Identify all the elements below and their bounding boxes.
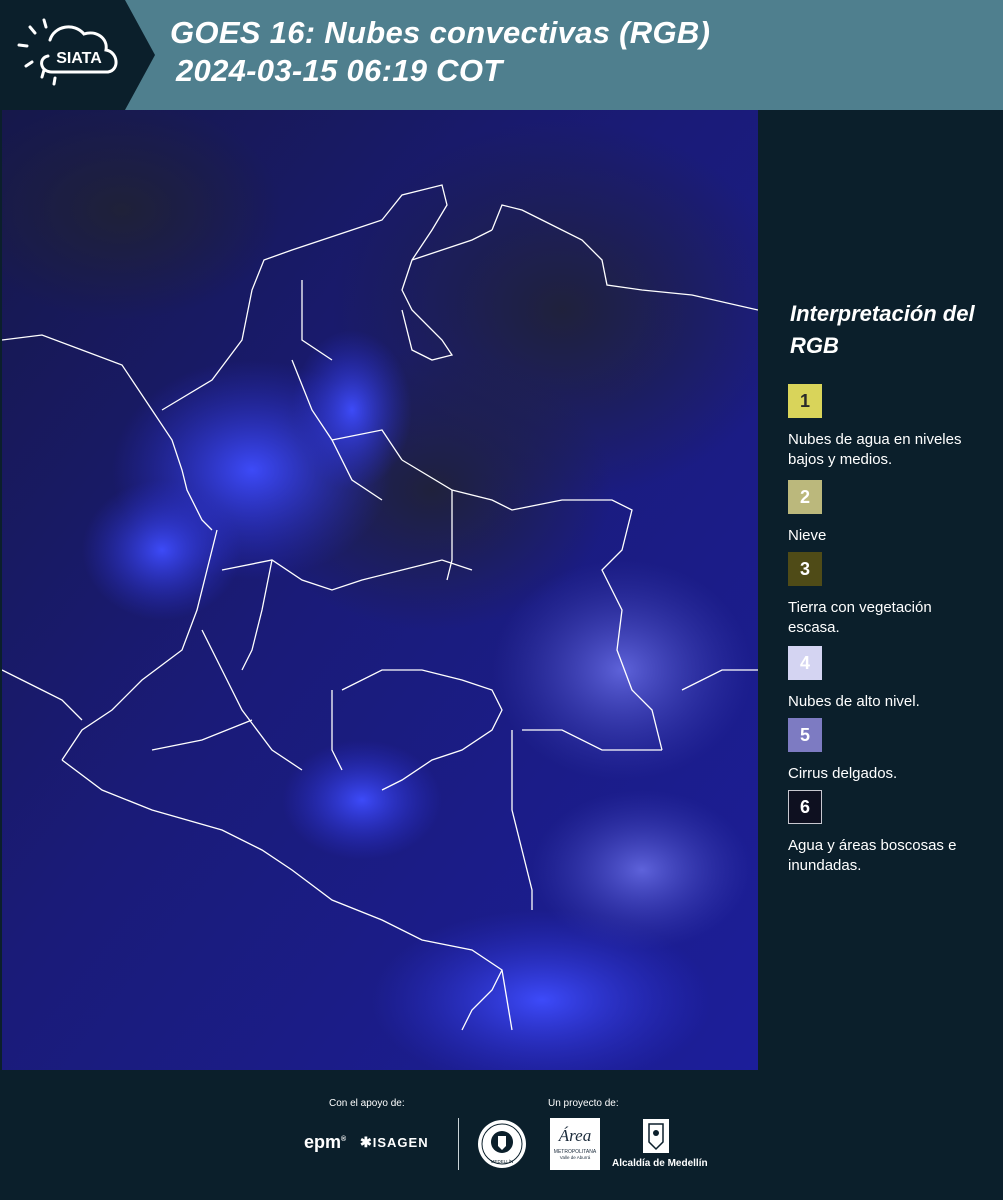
footer: Con el apoyo de: Un proyecto de: epm® ✱I… — [0, 1070, 1003, 1200]
footer-divider — [458, 1118, 459, 1170]
legend-swatch-2: 2 — [788, 480, 822, 514]
legend-item-4: 4 Nubes de alto nivel. — [788, 646, 978, 712]
legend-swatch-6: 6 — [788, 790, 822, 824]
legend-swatch-1: 1 — [788, 384, 822, 418]
legend-title: Interpretación del RGB — [790, 301, 975, 358]
legend-label-2: Nieve — [788, 527, 827, 544]
isagen-icon: ✱ — [360, 1134, 373, 1150]
legend-item-5: 5 Cirrus delgados. — [788, 718, 978, 784]
page-title: GOES 16: Nubes convectivas (RGB) 2024-03… — [170, 14, 710, 90]
legend-label-6: Agua y áreas boscosas e inundadas. — [788, 837, 957, 874]
logo-panel: SIATA — [0, 0, 155, 110]
alcaldia-label: Alcaldía de Medellín — [612, 1158, 708, 1169]
legend-item-1: 1 Nubes de agua en niveles bajos y medio… — [788, 384, 978, 470]
legend-label-5: Cirrus delgados. — [788, 765, 898, 782]
legend-panel: Interpretación del RGB 1 Nubes de agua e… — [760, 110, 1003, 1070]
isagen-logo: ✱ISAGEN — [360, 1134, 429, 1150]
medellin-seal-icon: MEDELLÍN — [478, 1120, 526, 1168]
legend-swatch-5: 5 — [788, 718, 822, 752]
header-bar: SIATA GOES 16: Nubes convectivas (RGB) 2… — [0, 0, 1003, 110]
title-line-2: 2024-03-15 06:19 COT — [176, 53, 503, 88]
title-line-1: GOES 16: Nubes convectivas (RGB) — [170, 15, 711, 50]
legend-label-3: Tierra con vegetación escasa. — [788, 599, 932, 636]
legend-item-2: 2 Nieve — [788, 480, 978, 546]
support-label: Con el apoyo de: — [329, 1098, 405, 1109]
svg-text:MEDELLÍN: MEDELLÍN — [491, 1158, 514, 1164]
legend-label-4: Nubes de alto nivel. — [788, 693, 920, 710]
legend-label-1: Nubes de agua en niveles bajos y medios. — [788, 431, 962, 468]
project-label: Un proyecto de: — [548, 1098, 619, 1109]
epm-logo: epm® — [304, 1132, 347, 1152]
area-metropolitana-logo: Área METROPOLITANA Valle de Aburrá — [550, 1118, 600, 1170]
alcaldia-shield-icon — [643, 1119, 669, 1153]
legend-swatch-4: 4 — [788, 646, 822, 680]
satellite-image — [2, 110, 758, 1070]
legend-swatch-3: 3 — [788, 552, 822, 586]
siata-logo-text: SIATA — [56, 50, 102, 67]
satellite-map — [2, 110, 758, 1070]
legend-item-3: 3 Tierra con vegetación escasa. — [788, 552, 978, 638]
legend-item-6: 6 Agua y áreas boscosas e inundadas. — [788, 790, 978, 876]
